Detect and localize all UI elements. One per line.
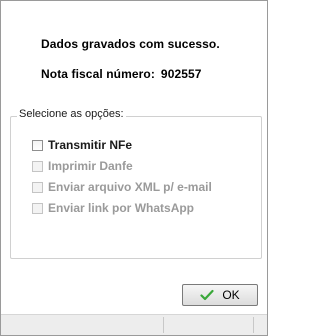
option-imprimir-danfe: Imprimir Danfe — [32, 159, 133, 173]
option-enviar-xml-email: Enviar arquivo XML p/ e-mail — [32, 180, 212, 194]
ok-button[interactable]: OK — [182, 284, 258, 306]
option-transmitir-nfe[interactable]: Transmitir NFe — [32, 138, 132, 152]
option-enviar-link-whatsapp: Enviar link por WhatsApp — [32, 201, 194, 215]
confirmation-dialog: Dados gravados com sucesso. Nota fiscal … — [0, 0, 268, 336]
option-label-enviar-xml-email: Enviar arquivo XML p/ e-mail — [48, 180, 212, 194]
checkmark-icon — [200, 289, 214, 301]
option-label-transmitir-nfe: Transmitir NFe — [48, 138, 133, 152]
status-bar-divider — [253, 317, 254, 333]
invoice-number-line: Nota fiscal número: 902557 — [41, 67, 202, 81]
success-message: Dados gravados com sucesso. — [41, 37, 220, 51]
option-label-imprimir-danfe: Imprimir Danfe — [48, 159, 133, 173]
invoice-number-label: Nota fiscal número: — [41, 67, 155, 81]
checkbox-enviar-link-whatsapp — [32, 202, 43, 214]
status-bar — [1, 314, 267, 335]
invoice-number-value: 902557 — [160, 67, 202, 81]
ok-button-label: OK — [222, 288, 240, 302]
checkbox-transmitir-nfe[interactable] — [32, 139, 43, 151]
options-group-legend: Selecione as opções: — [17, 108, 126, 120]
checkbox-enviar-xml-email — [32, 181, 43, 193]
option-label-enviar-link-whatsapp: Enviar link por WhatsApp — [48, 201, 195, 215]
status-bar-divider — [163, 317, 164, 333]
dialog-content: Dados gravados com sucesso. Nota fiscal … — [1, 1, 267, 315]
checkbox-imprimir-danfe — [32, 160, 43, 172]
